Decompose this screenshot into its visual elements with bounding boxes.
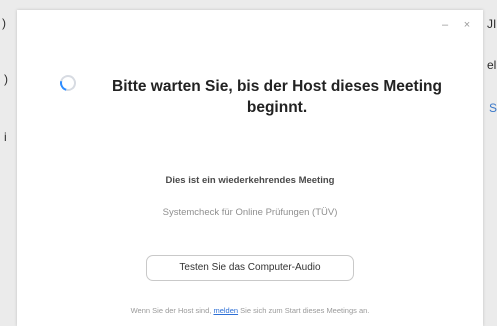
background-text-fragment: JI — [487, 17, 497, 31]
waiting-message-title: Bitte warten Sie, bis der Host dieses Me… — [112, 78, 442, 116]
close-button[interactable]: × — [461, 19, 473, 31]
background-text-fragment: ) — [2, 16, 6, 30]
background-text-fragment: i — [4, 130, 7, 144]
loading-spinner-icon — [57, 72, 79, 94]
footer-prefix-text: Wenn Sie der Host sind, — [130, 306, 212, 315]
footer-suffix-text: Sie sich zum Start dieses Meetings an. — [240, 306, 370, 315]
recurring-meeting-label: Dies ist ein wiederkehrendes Meeting — [165, 175, 335, 186]
signin-link[interactable]: melden — [213, 306, 238, 315]
window-controls: – × — [439, 19, 473, 31]
background-text-fragment: S — [489, 101, 497, 115]
host-signin-hint: Wenn Sie der Host sind, melden Sie sich … — [17, 306, 483, 315]
background-text-fragment: ) — [4, 72, 8, 86]
meeting-topic: Systemcheck für Online Prüfungen (TÜV) — [162, 207, 338, 218]
background-text-fragment: el — [487, 58, 497, 72]
test-computer-audio-button[interactable]: Testen Sie das Computer-Audio — [146, 255, 354, 281]
waiting-for-host-dialog: – × Bitte warten Sie, bis der Host diese… — [17, 10, 483, 326]
minimize-button[interactable]: – — [439, 19, 451, 31]
